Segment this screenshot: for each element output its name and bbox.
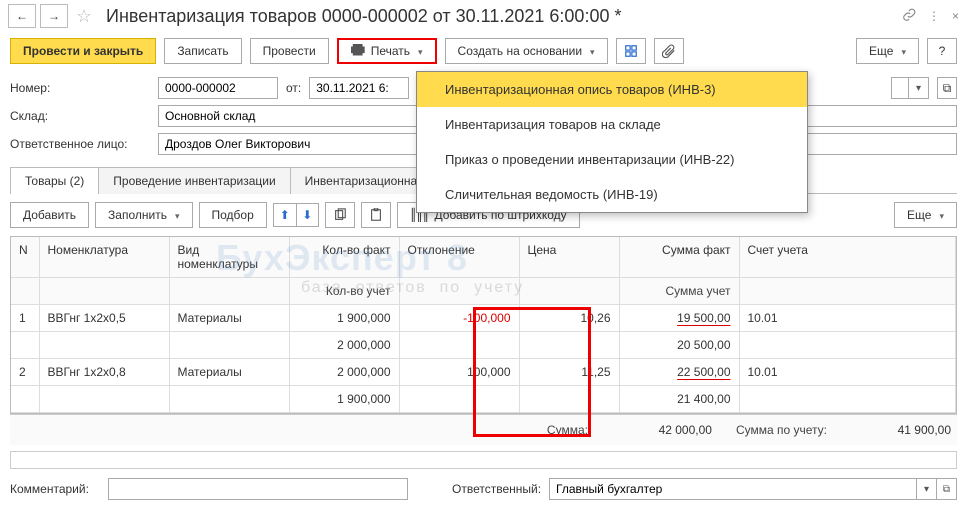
col-nomenclature[interactable]: Номенклатура [39,237,169,278]
col-account[interactable]: Счет учета [739,237,956,278]
col-qty-plan[interactable]: Кол-во учет [289,278,399,305]
cell-sum-plan: 20 500,00 [619,332,739,359]
more-icon[interactable]: ⋮ [928,9,940,23]
col-kind[interactable]: Вид номенклатуры [169,237,289,278]
responsible-person-label: Ответственное лицо: [10,137,150,151]
tab-inventory-procedure[interactable]: Проведение инвентаризации [98,167,290,194]
col-price[interactable]: Цена [519,237,619,278]
save-button[interactable]: Записать [164,38,241,64]
dropdown-toggle[interactable]: ▾ [917,478,937,500]
open-ref-button[interactable]: ⧉ [937,478,957,500]
empty-panel [10,451,957,469]
move-up-button[interactable]: ⬆ [274,204,296,226]
table-row-subline[interactable]: 2 000,000 20 500,00 [11,332,956,359]
nav-forward-button[interactable]: → [40,4,68,28]
cell-nom: ВВГнг 1х2х0,5 [39,305,169,332]
col-qty-fact[interactable]: Кол-во факт [289,237,399,278]
cell-account: 10.01 [739,305,956,332]
attachment-icon-button[interactable] [654,38,684,64]
print-button[interactable]: Печать [337,38,437,64]
cell-qty-fact: 1 900,000 [289,305,399,332]
col-sum-plan[interactable]: Сумма учет [619,278,739,305]
cell-account: 10.01 [739,359,956,386]
date-from-label: от: [286,81,301,95]
tab-more-label: Еще [907,208,931,222]
table-row[interactable]: 2 ВВГнг 1х2х0,8 Материалы 2 000,000 100,… [11,359,956,386]
tab-goods[interactable]: Товары (2) [10,167,99,194]
extra-number-input[interactable] [891,77,909,99]
tab-more-button[interactable]: Еще [894,202,957,228]
cell-sum-fact: 22 500,00 [677,365,730,379]
cell-sum-fact: 19 500,00 [677,311,730,325]
number-input[interactable] [158,77,278,99]
paste-row-button[interactable] [361,202,391,228]
nav-back-button[interactable]: ← [8,4,36,28]
more-label: Еще [869,44,893,58]
favorite-star-icon[interactable]: ☆ [72,4,96,28]
printer-icon [351,44,365,59]
add-row-button[interactable]: Добавить [10,202,89,228]
comment-input[interactable] [108,478,408,500]
date-input[interactable] [309,77,409,99]
cell-qty-fact: 2 000,000 [289,359,399,386]
page-title: Инвентаризация товаров 0000-000002 от 30… [106,6,898,27]
totals-sum-value: 42 000,00 [612,423,712,437]
cell-diff: -100,000 [399,305,519,332]
print-dropdown: Инвентаризационная опись товаров (ИНВ-3)… [416,71,808,213]
warehouse-label: Склад: [10,109,150,123]
print-option-inv22[interactable]: Приказ о проведении инвентаризации (ИНВ-… [417,142,807,177]
cell-kind: Материалы [169,305,289,332]
post-and-close-button[interactable]: Провести и закрыть [10,38,156,64]
number-label: Номер: [10,81,150,95]
cell-price: 11,25 [519,359,619,386]
print-option-inv19[interactable]: Сличительная ведомость (ИНВ-19) [417,177,807,212]
popout-icon-button[interactable]: ⧉ [937,77,957,99]
help-button[interactable]: ? [927,38,957,64]
chevron-down-icon [173,208,180,222]
responsible-label: Ответственный: [452,482,541,496]
print-option-warehouse[interactable]: Инвентаризация товаров на складе [417,107,807,142]
fill-button[interactable]: Заполнить [95,202,192,228]
structure-icon-button[interactable] [616,38,646,64]
table-row[interactable]: 1 ВВГнг 1х2х0,5 Материалы 1 900,000 -100… [11,305,956,332]
print-option-inv3[interactable]: Инвентаризационная опись товаров (ИНВ-3) [417,72,807,107]
post-button[interactable]: Провести [250,38,329,64]
print-button-label: Печать [371,44,410,58]
more-button[interactable]: Еще [856,38,919,64]
totals-sum-plan-label: Сумма по учету: [736,423,827,437]
link-icon[interactable] [902,8,916,25]
cell-qty-plan: 2 000,000 [289,332,399,359]
totals-row: Сумма: 42 000,00 Сумма по учету: 41 900,… [10,414,957,445]
responsible-input[interactable] [549,478,917,500]
totals-sum-plan-value: 41 900,00 [851,423,951,437]
create-based-label: Создать на основании [458,44,583,58]
comment-label: Комментарий: [10,482,100,496]
fill-label: Заполнить [108,208,167,222]
totals-sum-label: Сумма: [547,423,588,437]
cell-nom: ВВГнг 1х2х0,8 [39,359,169,386]
dropdown-toggle[interactable]: ▾ [909,77,929,99]
move-down-button[interactable]: ⬇ [296,204,318,226]
chevron-down-icon [899,44,906,58]
cell-price: 10,26 [519,305,619,332]
copy-row-button[interactable] [325,202,355,228]
create-based-button[interactable]: Создать на основании [445,38,608,64]
col-sum-fact[interactable]: Сумма факт [619,237,739,278]
cell-n: 1 [11,305,39,332]
cell-diff: 100,000 [399,359,519,386]
col-n[interactable]: N [11,237,39,278]
col-diff[interactable]: Отклонение [399,237,519,278]
chevron-down-icon [937,208,944,222]
cell-qty-plan: 1 900,000 [289,386,399,413]
cell-n: 2 [11,359,39,386]
cell-kind: Материалы [169,359,289,386]
move-row-buttons: ⬆ ⬇ [273,203,319,227]
close-icon[interactable]: × [952,9,959,23]
pick-button[interactable]: Подбор [199,202,267,228]
chevron-down-icon [416,44,423,58]
cell-sum-plan: 21 400,00 [619,386,739,413]
goods-table: БухЭксперт 8 база ответов по учету N Ном… [10,236,957,414]
table-row-subline[interactable]: 1 900,000 21 400,00 [11,386,956,413]
chevron-down-icon [588,44,595,58]
